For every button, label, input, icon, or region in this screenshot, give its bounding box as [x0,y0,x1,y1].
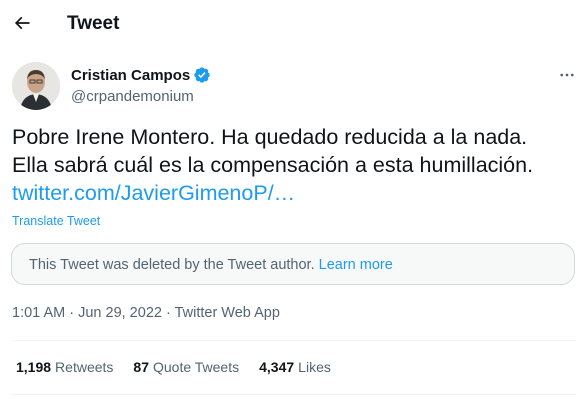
retweets-label: Retweets [55,359,114,375]
translate-tweet-link[interactable]: Translate Tweet [12,214,100,228]
author-name[interactable]: Cristian Campos [71,66,211,84]
tweet-link[interactable]: twitter.com/JavierGimenoP/… [12,181,295,205]
meta-separator-2: · [161,305,175,321]
tweet-source: Twitter Web App [174,305,280,321]
tweet-stats: 1,198 Retweets 87 Quote Tweets 4,347 Likes [16,359,331,375]
deleted-notice-text-row: This Tweet was deleted by the Tweet auth… [29,257,393,273]
more-button[interactable] [554,62,580,88]
likes-count: 4,347 [259,359,295,375]
tweet-text: Pobre Irene Montero. Ha quedado reducida… [12,123,572,207]
page-title: Tweet [67,13,120,34]
tweet-date[interactable]: Jun 29, 2022 [78,305,162,321]
verified-badge-icon [194,67,210,83]
quote-tweets-stat[interactable]: 87 Quote Tweets [133,359,239,375]
likes-stat[interactable]: 4,347 Likes [259,359,331,375]
learn-more-link[interactable]: Learn more [319,257,393,273]
back-button[interactable] [8,9,36,37]
deleted-notice-text: This Tweet was deleted by the Tweet auth… [29,257,319,273]
profile-photo [12,62,60,110]
author-handle[interactable]: @crpandemonium [71,88,194,105]
tweet-time[interactable]: 1:01 AM [12,305,65,321]
quote-tweets-label: Quote Tweets [152,359,240,375]
deleted-tweet-notice: This Tweet was deleted by the Tweet auth… [11,243,575,285]
retweets-count: 1,198 [16,359,52,375]
arrow-left-icon [14,16,30,30]
divider [12,394,576,395]
tweet-line-2: Ella sabrá cuál es la compensación a est… [12,153,534,177]
likes-label: Likes [298,359,331,375]
author-name-text: Cristian Campos [71,66,191,84]
meta-separator-1: · [65,305,79,321]
header-bar: Tweet [0,0,580,48]
tweet-metadata: 1:01 AM · Jun 29, 2022 · Twitter Web App [12,305,280,321]
divider [12,340,576,341]
tweet-line-1: Pobre Irene Montero. Ha quedado reducida… [12,125,528,149]
retweets-stat[interactable]: 1,198 Retweets [16,359,113,375]
avatar[interactable] [12,62,60,110]
quote-tweets-count: 87 [133,359,149,375]
more-horizontal-icon [560,73,574,77]
